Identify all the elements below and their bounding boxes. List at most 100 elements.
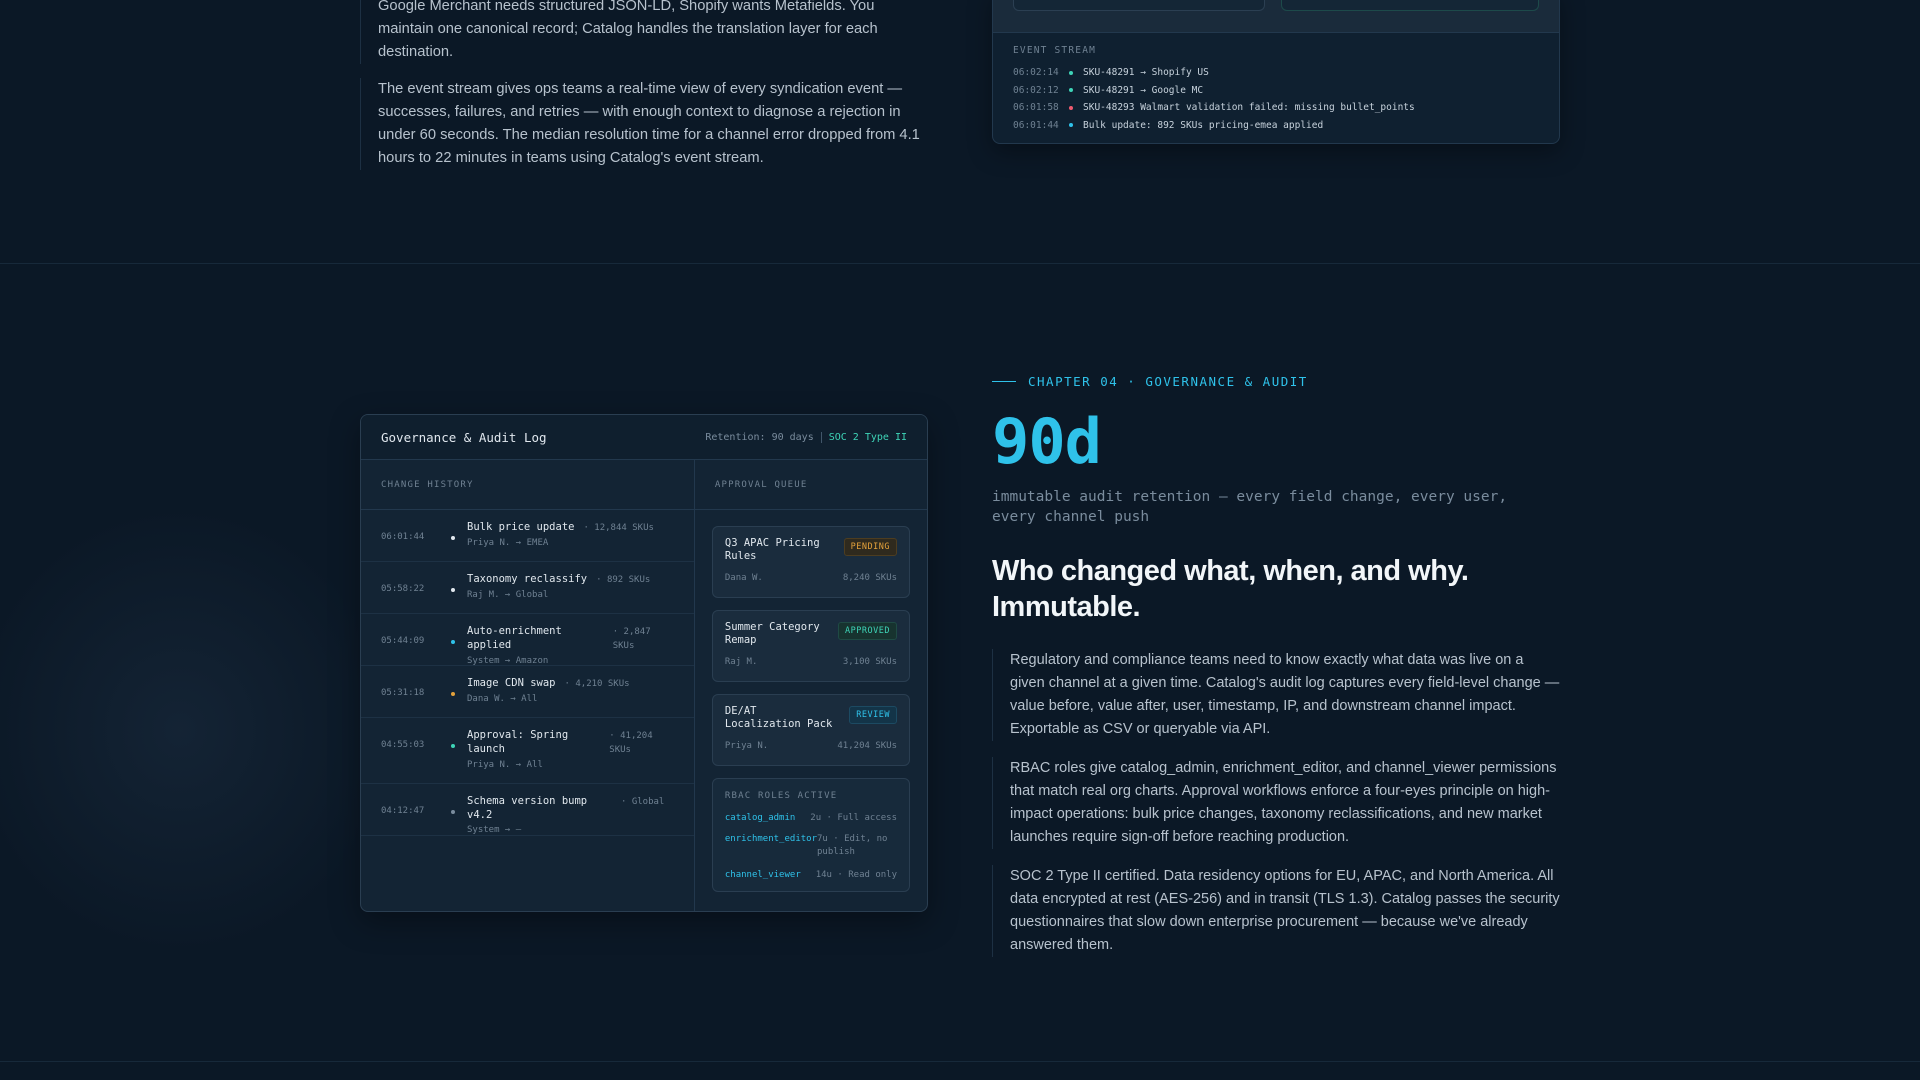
event-message: SKU-48291 → Google MC <box>1083 84 1204 96</box>
section-top-text: Google Merchant needs structured JSON-LD… <box>360 0 930 170</box>
change-history-row[interactable]: 05:58:22 Taxonomy reclassify · 892 SKUs Raj… <box>361 562 694 614</box>
event-row[interactable]: 06:02:14 SKU-48291 → Shopify US <box>1013 64 1539 82</box>
change-status-dot <box>451 640 455 644</box>
chapter-section: CHAPTER 04 · GOVERNANCE & AUDIT 90d immu… <box>992 374 1562 957</box>
change-history-row[interactable]: 06:01:44 Bulk price update · 12,844 SKUs Pr… <box>361 510 694 562</box>
approval-card-bottom: Priya N. 41,204 SKUs <box>725 741 897 751</box>
section-divider <box>0 1061 1920 1062</box>
rbac-roles-title: RBAC ROLES ACTIVE <box>724 791 838 801</box>
event-status-dot <box>1069 70 1073 75</box>
event-time: 06:01:58 <box>1013 102 1059 114</box>
soc2-badge: SOC 2 Type II <box>828 431 907 443</box>
approval-card-bottom: Dana W. 8,240 SKUs <box>725 573 897 583</box>
change-history-row[interactable]: 04:55:03 Approval: Spring launch · 41,204 … <box>361 718 694 784</box>
change-details: Approval: Spring launch · 41,204 SKUs Priy… <box>467 728 674 770</box>
governance-panel-meta: Retention: 90 days SOC 2 Type II <box>705 431 907 443</box>
change-meta: System → — <box>467 825 522 835</box>
change-meta: Dana W. → All <box>467 694 538 704</box>
rbac-role-row[interactable]: enrichment_editor 7u · Edit, no publish <box>725 834 897 859</box>
channel-card[interactable] <box>1013 0 1265 11</box>
approval-card-top: DE/AT Localization Pack REVIEW <box>725 705 897 731</box>
approval-owner: Raj M. <box>724 657 758 667</box>
change-time: 05:31:18 <box>381 688 425 698</box>
change-count: · 2,847 SKUs <box>612 627 651 651</box>
change-count: · Global <box>621 797 665 807</box>
change-time: 06:01:44 <box>381 532 425 542</box>
retention-stat-caption: immutable audit retention — every field … <box>992 489 1508 525</box>
rbac-role-row[interactable]: channel_viewer 14u · Read only <box>725 870 897 880</box>
rbac-roles-card: RBAC ROLES ACTIVE catalog_admin 2u · Full… <box>711 778 910 892</box>
event-time: 06:01:44 <box>1013 119 1059 131</box>
chapter-headline: Who changed what, when, and why. Immutab… <box>992 555 1469 623</box>
change-title-line: Bulk price update · 12,844 SKUs <box>467 520 674 535</box>
chapter-paragraph: RBAC roles give catalog_admin, enrichmen… <box>992 757 1562 849</box>
approval-sku-count: 3,100 SKUs <box>842 657 897 667</box>
change-meta: Priya N. → All <box>467 760 543 770</box>
approval-card[interactable]: Q3 APAC Pricing Rules PENDING Dana W. 8,240… <box>711 526 910 598</box>
change-status-dot <box>451 810 455 814</box>
rbac-role-desc: 7u · Edit, no publish <box>817 834 888 857</box>
event-row[interactable]: 06:02:12 SKU-48291 → Google MC <box>1013 82 1539 100</box>
meta-separator <box>820 431 822 443</box>
change-details: Schema version bump v4.2 · Global System →… <box>467 794 674 835</box>
change-count: · 41,204 SKUs <box>609 731 653 755</box>
rbac-role-desc: 14u · Read only <box>815 870 897 880</box>
event-row[interactable]: 06:01:58 SKU-48293 Walmart validation fai… <box>1013 99 1539 117</box>
approval-status-badge: PENDING <box>843 538 897 556</box>
rbac-roles-list: catalog_admin 2u · Full access enrichment_… <box>725 813 897 880</box>
change-time: 04:55:03 <box>381 740 425 750</box>
chapter-label-text: CHAPTER 04 · GOVERNANCE & AUDIT <box>1028 374 1308 389</box>
rbac-role-name: catalog_admin <box>724 813 796 823</box>
event-status-dot <box>1069 88 1073 93</box>
change-meta: System → Amazon <box>467 656 549 666</box>
event-row[interactable]: 06:01:44 Bulk update: 892 SKUs pricing-em… <box>1013 117 1539 135</box>
change-history-row[interactable]: 05:31:18 Image CDN swap · 4,210 SKUs Dana W… <box>361 666 694 718</box>
change-details: Image CDN swap · 4,210 SKUs Dana W. → All <box>467 676 674 704</box>
change-title-line: Schema version bump v4.2 · Global <box>467 794 674 822</box>
rbac-role-name: channel_viewer <box>724 870 801 880</box>
change-details: Bulk price update · 12,844 SKUs Priya N. →… <box>467 520 674 548</box>
change-title-line: Approval: Spring launch · 41,204 SKUs <box>467 728 674 757</box>
approval-queue-column: APPROVAL QUEUE Q3 APAC Pricing Rules PEND… <box>694 460 927 911</box>
approval-sku-count: 41,204 SKUs <box>837 741 897 751</box>
change-name: Approval: Spring launch <box>467 729 569 755</box>
approval-card[interactable]: Summer Category Remap APPROVED Raj M. 3,100… <box>711 610 910 682</box>
rbac-role-desc: 2u · Full access <box>810 813 897 823</box>
chapter-paragraph: SOC 2 Type II certified. Data residency … <box>992 865 1562 957</box>
change-count: · 892 SKUs <box>596 575 651 585</box>
change-name: Schema version bump v4.2 <box>467 795 588 821</box>
approval-card[interactable]: DE/AT Localization Pack REVIEW Priya N. 41,… <box>711 694 910 766</box>
channel-card[interactable] <box>1281 0 1539 11</box>
approval-queue-heading: APPROVAL QUEUE <box>694 460 927 510</box>
section-divider <box>0 263 1920 264</box>
governance-panel-title: Governance & Audit Log <box>381 429 547 445</box>
governance-audit-panel: Governance & Audit Log Retention: 90 day… <box>360 414 928 912</box>
section-top-paragraph: The event stream gives ops teams a real-… <box>360 78 930 170</box>
change-meta: Raj M. → Global <box>467 590 549 600</box>
approval-status-badge: APPROVED <box>838 622 897 640</box>
approval-card-top: Summer Category Remap APPROVED <box>725 621 897 647</box>
event-stream-panel-header <box>993 0 1559 33</box>
change-time: 05:58:22 <box>381 584 425 594</box>
approval-name: Q3 APAC Pricing Rules <box>724 537 820 562</box>
chapter-label-line <box>992 381 1016 382</box>
change-status-dot <box>451 536 455 540</box>
event-message: SKU-48291 → Shopify US <box>1083 67 1209 79</box>
change-status-dot <box>451 744 455 748</box>
event-message: SKU-48293 Walmart validation failed: mis… <box>1083 102 1415 114</box>
chapter-label: CHAPTER 04 · GOVERNANCE & AUDIT <box>992 374 1562 389</box>
approval-card-top: Q3 APAC Pricing Rules PENDING <box>725 537 897 563</box>
event-list: 06:02:14 SKU-48291 → Shopify US 06:02:12 SK… <box>1013 64 1539 134</box>
change-history-list: 06:01:44 Bulk price update · 12,844 SKUs Pr… <box>361 510 694 836</box>
approval-sku-count: 8,240 SKUs <box>842 573 897 583</box>
change-name: Image CDN swap <box>467 677 556 689</box>
approval-owner: Dana W. <box>724 573 763 583</box>
rbac-role-row[interactable]: catalog_admin 2u · Full access <box>725 813 897 823</box>
retention-stat: 90d <box>992 405 1102 478</box>
event-status-dot <box>1069 105 1073 110</box>
change-history-row[interactable]: 04:12:47 Schema version bump v4.2 · Global… <box>361 784 694 836</box>
change-status-dot <box>451 588 455 592</box>
change-title-line: Auto-enrichment applied · 2,847 SKUs <box>467 624 674 653</box>
approval-name: Summer Category Remap <box>724 621 820 646</box>
change-history-row[interactable]: 05:44:09 Auto-enrichment applied · 2,847 S… <box>361 614 694 666</box>
